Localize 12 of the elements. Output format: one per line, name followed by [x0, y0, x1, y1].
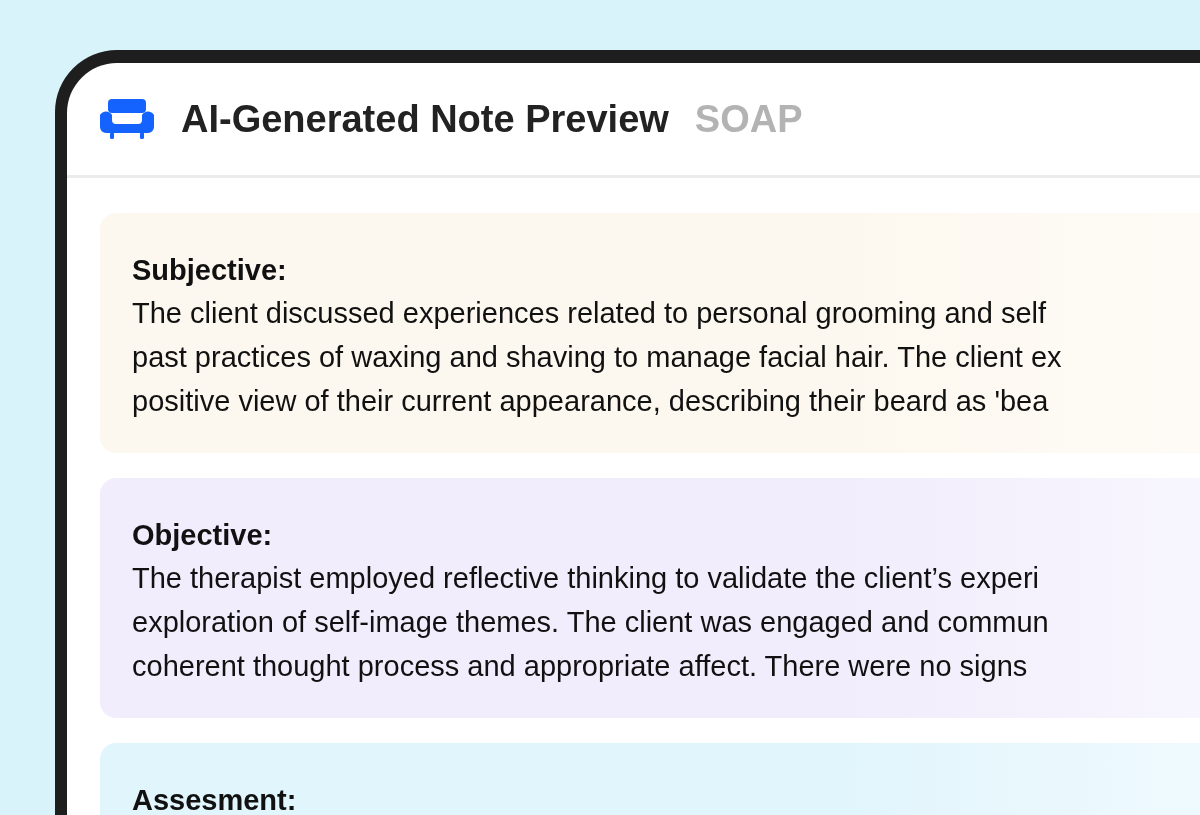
- section-text: The therapist employed reflective thinking to validate the client’s experi: [132, 561, 1040, 596]
- section-text: positive view of their current appearance, describing their beard as 'bea: [132, 384, 1050, 419]
- section-text: The client discussed experiences related to personal grooming and self: [132, 296, 1048, 331]
- section-text: coherent thought process and appropriate affect. There were no signs: [132, 649, 1029, 684]
- section-heading: Assesment:: [132, 785, 298, 815]
- note-type-label: SOAP: [694, 97, 803, 141]
- section-text: exploration of self-image themes. The client was engaged and commun: [132, 605, 1050, 640]
- section-heading: Subjective:: [132, 255, 288, 285]
- section-text: past practices of waxing and shaving to manage facial hair. The client ex: [132, 340, 1063, 375]
- note-title: AI-Generated Note Preview: [181, 97, 669, 141]
- armchair-icon: [98, 99, 156, 139]
- section-heading: Objective:: [132, 520, 274, 550]
